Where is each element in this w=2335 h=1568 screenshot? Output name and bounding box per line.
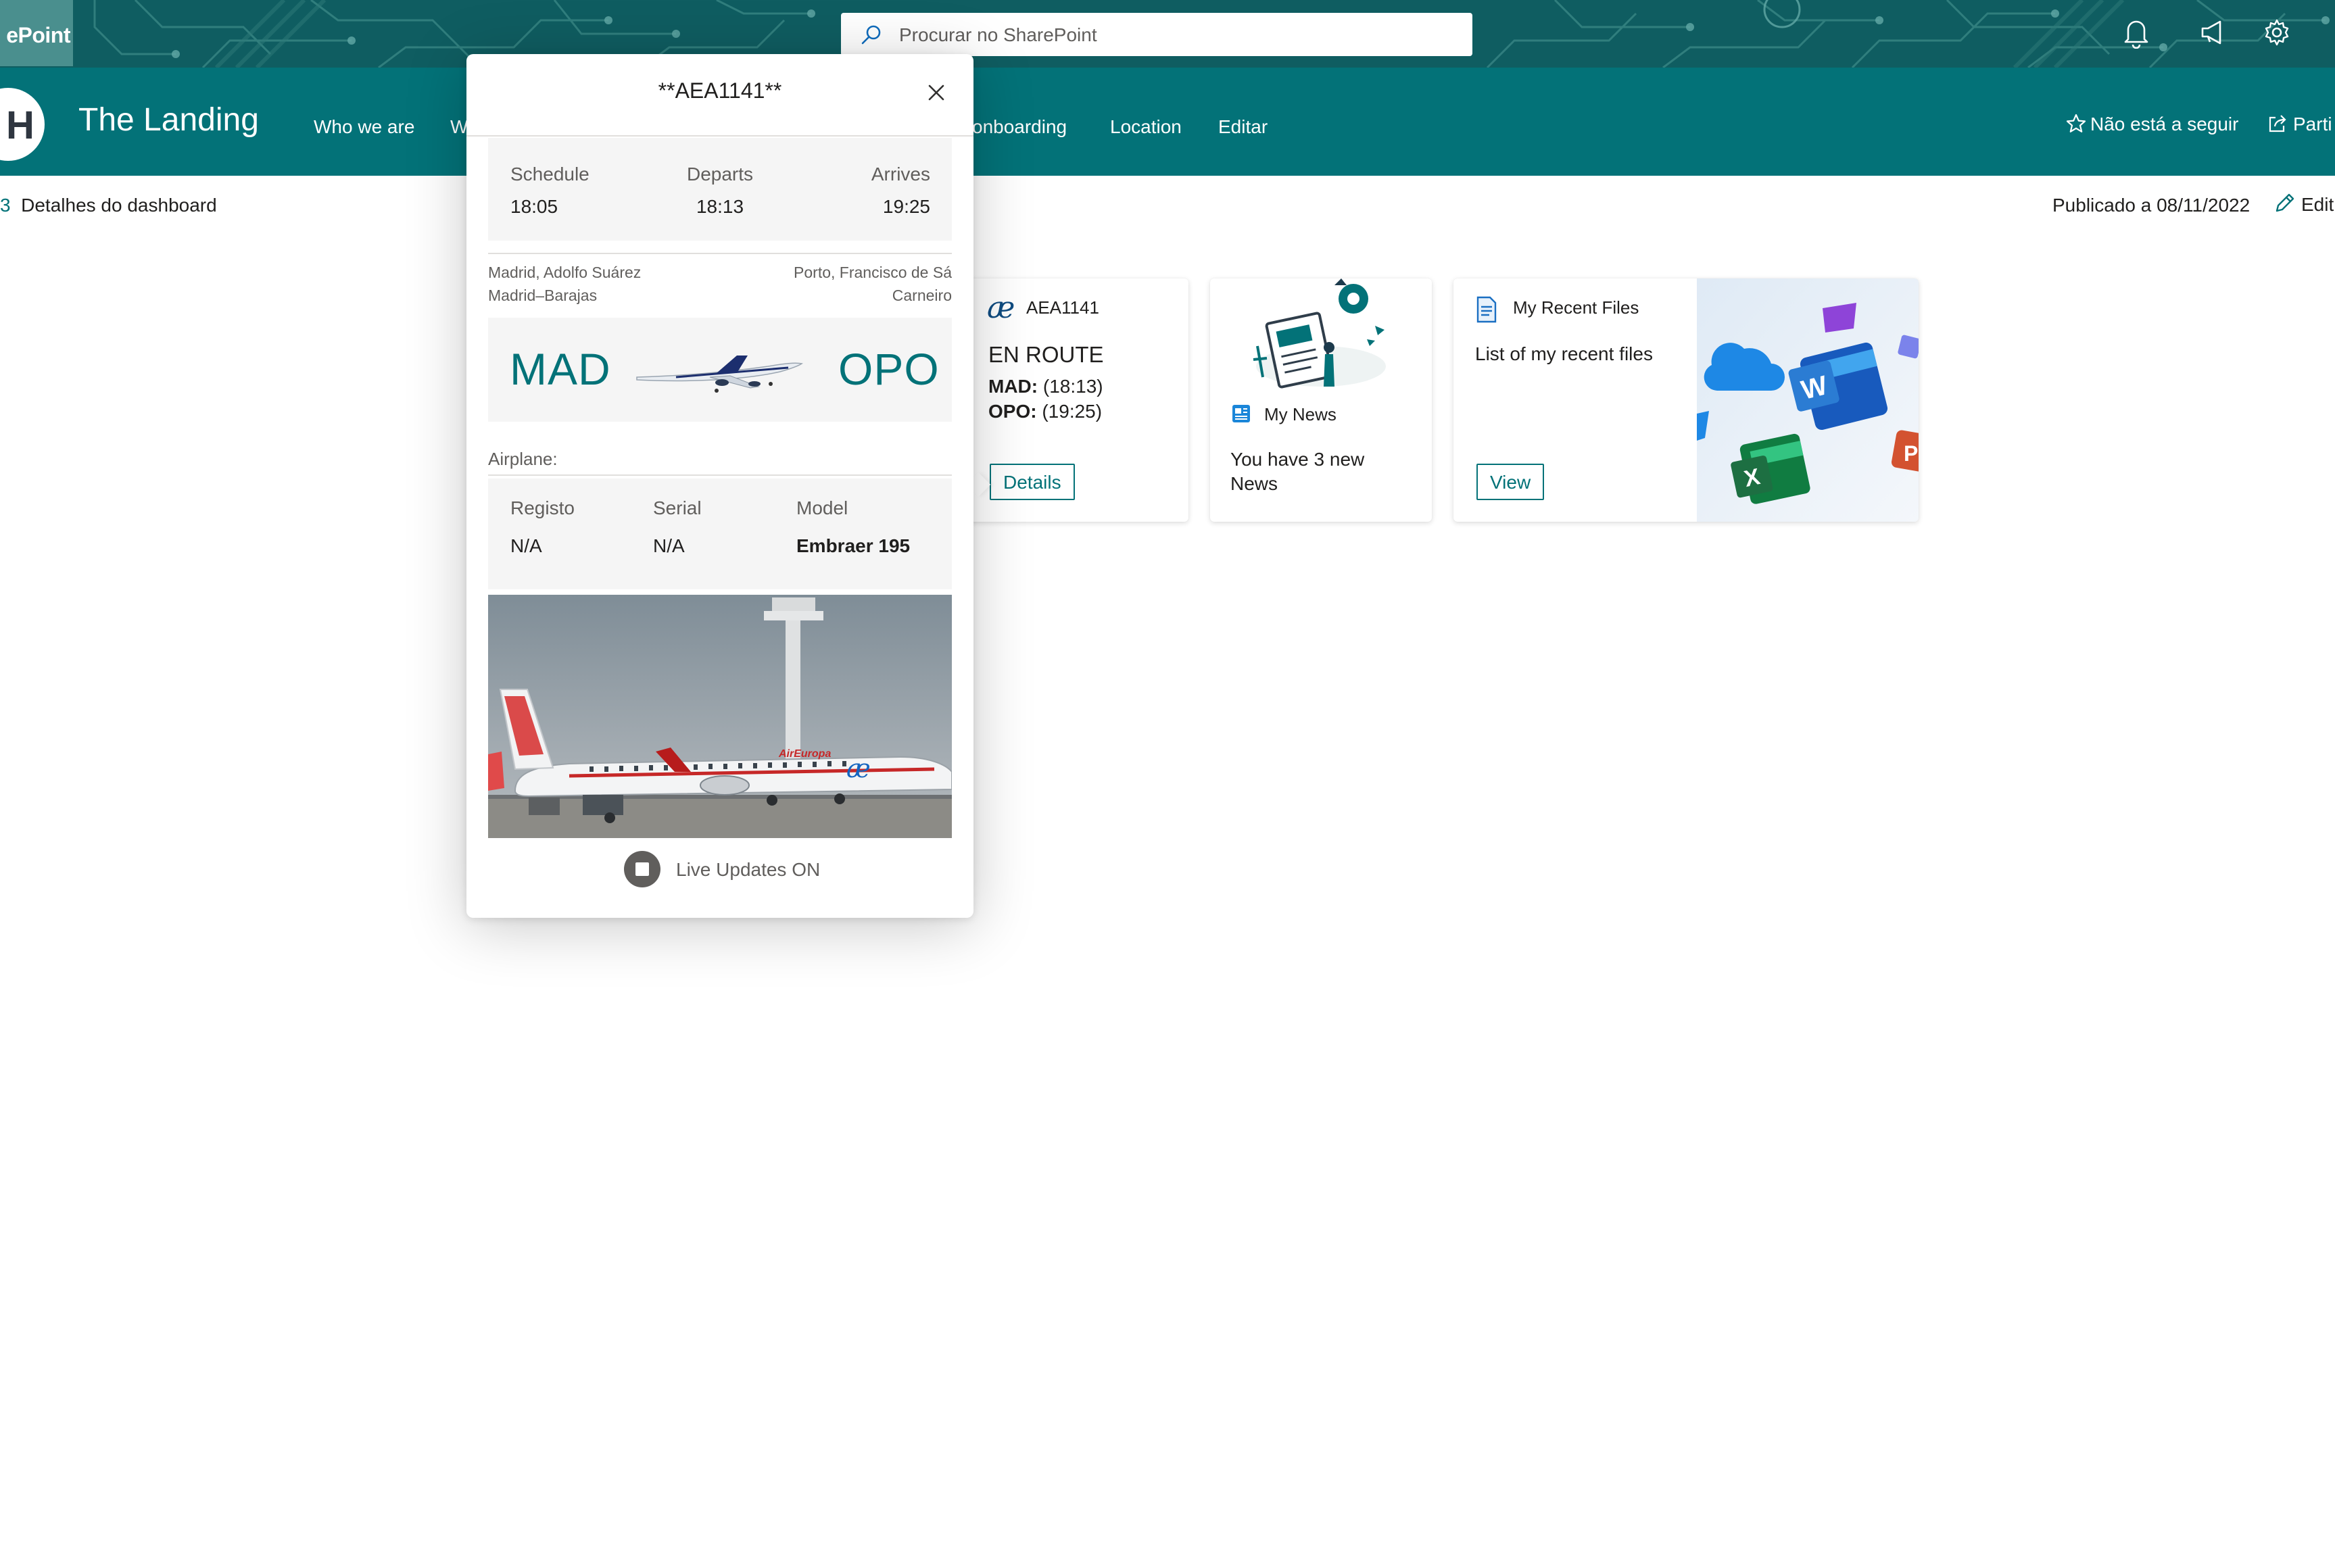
published-date: Publicado a 08/11/2022 xyxy=(2052,195,2250,216)
dest-code-large: OPO xyxy=(838,344,940,394)
serial-label: Serial xyxy=(653,497,702,518)
suite-bar: ePoint Procurar no SharePoint xyxy=(0,0,2335,68)
site-logo-letter: H xyxy=(6,103,34,147)
section-divider xyxy=(488,253,952,254)
airplane-icon xyxy=(636,356,803,393)
site-header: H The Landing Who we are W onboarding Lo… xyxy=(0,68,2335,176)
share-button[interactable]: Parti xyxy=(2267,114,2332,135)
nav-item-location[interactable]: Location xyxy=(1110,116,1182,138)
origin-time-row: MAD: (18:13) xyxy=(988,376,1103,397)
share-label: Parti xyxy=(2293,114,2332,134)
dest-airport-line2: Carneiro xyxy=(892,287,952,304)
edit-label: Edit xyxy=(2301,194,2334,215)
nav-item-onboarding[interactable]: onboarding xyxy=(972,116,1067,138)
close-icon[interactable] xyxy=(926,82,946,103)
registo-value: N/A xyxy=(510,535,542,556)
origin-code-large: MAD xyxy=(510,344,611,394)
news-card[interactable]: My News You have 3 new News xyxy=(1210,278,1432,522)
origin-code: MAD: xyxy=(988,376,1038,397)
flight-code: AEA1141 xyxy=(1026,297,1099,318)
star-icon xyxy=(2066,114,2086,132)
times-box xyxy=(488,138,952,241)
arrives-label: Arrives xyxy=(871,164,930,185)
origin-airport: Madrid, Adolfo Suárez Madrid–Barajas xyxy=(488,261,711,307)
registo-label: Registo xyxy=(510,497,575,518)
schedule-label: Schedule xyxy=(510,164,589,185)
airline-logo: æ xyxy=(987,291,1015,325)
live-updates-toggle-icon[interactable] xyxy=(623,850,661,888)
popup-divider xyxy=(466,135,973,137)
site-title[interactable]: The Landing xyxy=(78,101,259,139)
origin-time: (18:13) xyxy=(1042,376,1103,397)
origin-airport-line1: Madrid, Adolfo Suárez xyxy=(488,264,642,281)
breadcrumb[interactable]: 3 Detalhes do dashboard xyxy=(0,195,217,216)
office-apps-illustration: W X P xyxy=(1697,278,1919,522)
model-label: Model xyxy=(796,497,848,518)
airplane-label: Airplane: xyxy=(488,449,558,469)
svg-text:P: P xyxy=(1904,441,1918,466)
news-card-title: My News xyxy=(1264,404,1337,424)
edit-button[interactable]: Edit xyxy=(2273,192,2334,216)
megaphone-icon[interactable] xyxy=(2198,18,2228,47)
nav-item-partial[interactable]: W xyxy=(450,116,468,138)
news-card-text: You have 3 new News xyxy=(1230,449,1365,494)
departs-value: 18:13 xyxy=(696,196,744,217)
nav-item-who-we-are[interactable]: Who we are xyxy=(314,116,414,138)
recent-files-title: My Recent Files xyxy=(1513,297,1639,318)
settings-gear-icon[interactable] xyxy=(2262,18,2292,47)
share-icon xyxy=(2269,115,2286,132)
flight-status: EN ROUTE xyxy=(988,342,1104,367)
news-icon xyxy=(1232,405,1250,422)
notifications-bell-icon[interactable] xyxy=(2123,18,2150,49)
origin-airport-line2: Madrid–Barajas xyxy=(488,287,598,304)
dest-code: OPO: xyxy=(988,401,1037,422)
live-updates-label: Live Updates ON xyxy=(676,859,821,880)
details-button[interactable]: Details xyxy=(990,464,1075,500)
airplane-details-box xyxy=(488,479,952,589)
dest-airport-line1: Porto, Francisco de Sá xyxy=(794,264,952,281)
dest-time: (19:25) xyxy=(1042,401,1103,422)
follow-label: Não está a seguir xyxy=(2090,114,2239,134)
recent-files-card: My Recent Files List of my recent files … xyxy=(1453,278,1919,522)
serial-value: N/A xyxy=(653,535,685,556)
pencil-icon xyxy=(2276,193,2294,212)
popup-title: **AEA1141** xyxy=(658,78,782,103)
aircraft-photo: AirEuropa æ xyxy=(488,595,952,838)
news-illustration xyxy=(1253,278,1386,389)
view-button[interactable]: View xyxy=(1476,464,1545,500)
page-title: Detalhes do dashboard xyxy=(21,195,217,216)
app-launcher-title[interactable]: ePoint xyxy=(0,0,73,66)
photo-livery-text: AirEuropa xyxy=(778,748,831,760)
follow-button[interactable]: Não está a seguir xyxy=(2066,114,2238,135)
nav-item-editar[interactable]: Editar xyxy=(1218,116,1268,138)
dest-time-row: OPO: (19:25) xyxy=(988,401,1102,422)
schedule-value: 18:05 xyxy=(510,196,558,217)
document-icon xyxy=(1476,296,1497,323)
dest-airport: Porto, Francisco de Sá Carneiro xyxy=(729,261,952,307)
search-placeholder: Procurar no SharePoint xyxy=(899,24,1097,45)
model-value: Embraer 195 xyxy=(796,535,911,556)
arrives-value: 19:25 xyxy=(882,196,930,217)
recent-files-text: List of my recent files xyxy=(1475,343,1653,364)
airplane-divider xyxy=(488,474,952,476)
flight-details-popup: **AEA1141** Schedule 18:05 Departs 18:13… xyxy=(466,54,973,918)
departs-label: Departs xyxy=(686,164,754,185)
svg-text:æ: æ xyxy=(846,754,871,783)
search-box[interactable]: Procurar no SharePoint xyxy=(841,13,1472,56)
search-icon xyxy=(861,25,881,45)
